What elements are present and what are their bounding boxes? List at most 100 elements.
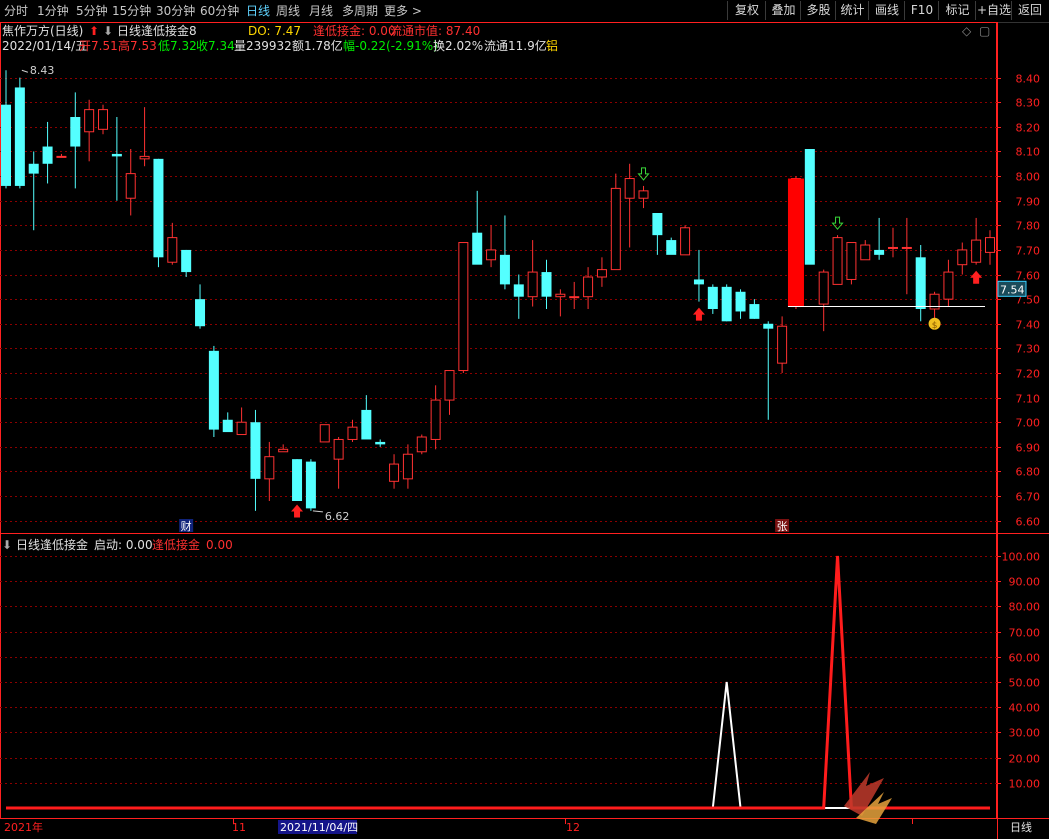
price-tick-label: 6.60: [1016, 516, 1041, 529]
do-value: DO: 7.47: [248, 24, 302, 38]
sub-indicator-dropdown-icon[interactable]: ⬇: [2, 538, 12, 552]
market-cap: 流通市值: 87.40: [390, 24, 481, 38]
chart-close-icon[interactable]: ▢: [979, 24, 990, 38]
candle-body: [513, 284, 524, 297]
price-tick-label: 8.10: [1016, 146, 1041, 159]
price-tick-label: 7.10: [1016, 393, 1041, 406]
limit-up-candle-body: [787, 178, 804, 307]
quote-volume: 量239932: [234, 39, 292, 53]
candle-body: [125, 173, 136, 199]
candle-body: [777, 325, 788, 364]
candle-body: [666, 240, 677, 255]
price-tick-label: 6.90: [1016, 442, 1041, 455]
candle-body: [680, 227, 691, 256]
price-tick-label: 6.80: [1016, 466, 1041, 479]
candle-body: [486, 249, 497, 261]
candle-body: [499, 254, 510, 285]
indicator-dropdown-icon[interactable]: ⬇: [103, 24, 113, 38]
candle-body: [292, 459, 303, 501]
candle-body: [541, 272, 552, 297]
buy-arrow-icon: [291, 504, 304, 518]
sub-indicator-name[interactable]: 日线逢低接金: [16, 538, 88, 552]
sub-tick-label: 70.00: [1009, 627, 1041, 640]
signal-value: 逢低接金: 0.00: [313, 24, 396, 38]
candle-body: [319, 424, 330, 443]
candle-body: [264, 456, 275, 480]
candle-body: [472, 232, 483, 265]
candle-body: [652, 213, 663, 236]
candle-body: [985, 237, 995, 253]
candle-body: [721, 286, 732, 322]
sub-tick-label: 80.00: [1009, 601, 1041, 614]
quote-close: 收7.34: [196, 39, 235, 53]
candle-body: [361, 409, 372, 440]
price-tick-label: 8.00: [1016, 171, 1041, 184]
quote-high: 高7.53: [118, 39, 157, 53]
chart-frame: [0, 22, 997, 819]
candle-body: [624, 178, 635, 199]
price-tick-label: 7.00: [1016, 417, 1041, 430]
price-tick-label: 6.70: [1016, 491, 1041, 504]
quote-low: 低7.32: [158, 39, 197, 53]
candle-body: [42, 146, 53, 164]
candle-body: [596, 269, 607, 278]
candle-body: [236, 421, 247, 436]
sub-start-value: 启动: 0.00: [94, 538, 153, 552]
sub-tick-label: 30.00: [1009, 727, 1041, 740]
candle-body: [305, 461, 316, 509]
candle-body: [1, 104, 11, 186]
chart-settings-icon[interactable]: ◇: [962, 24, 971, 38]
buy-arrow-icon: [692, 307, 705, 321]
candle-body: [389, 463, 400, 482]
time-label-dec: 12: [566, 821, 580, 834]
price-tick-label: 7.30: [1016, 343, 1041, 356]
candle-body: [28, 163, 39, 174]
stock-title: 焦作万方(日线): [2, 24, 84, 38]
candle-body: [707, 286, 718, 309]
kline-chart: 8.408.308.208.108.007.907.807.707.607.50…: [0, 22, 1049, 839]
candle-body: [98, 109, 109, 130]
candle-body: [430, 399, 441, 440]
price-tick-label: 8.20: [1016, 122, 1041, 135]
candle-body: [167, 237, 178, 263]
candle-body: [638, 190, 649, 199]
candle-body: [56, 155, 67, 158]
time-cursor-label: 2021/11/04/四: [280, 821, 358, 834]
indicator-up-arrow-icon: ⬆: [89, 24, 100, 38]
quote-float: 流通11.9亿: [484, 39, 547, 53]
sub-tick-label: 100.00: [1002, 551, 1041, 564]
price-tick-label: 7.80: [1016, 220, 1041, 233]
sub-tick-label: 90.00: [1009, 576, 1041, 589]
low-pointer: [312, 510, 323, 513]
indicator-name[interactable]: 日线逢低接金8: [117, 24, 197, 38]
candle-body: [139, 155, 150, 160]
candle-body: [208, 350, 219, 430]
low-annotation: 6.62: [325, 510, 350, 523]
price-tick-label: 8.40: [1016, 73, 1041, 86]
sub-signal-label: 逢低接金: [152, 538, 201, 552]
candle-body: [195, 299, 206, 327]
candle-body: [555, 293, 566, 298]
price-tick-label: 7.20: [1016, 368, 1041, 381]
sub-tick-label: 50.00: [1009, 677, 1041, 690]
candle-body: [111, 153, 122, 157]
quote-sector: 铝: [546, 39, 559, 53]
candle-body: [70, 117, 81, 147]
candle-body: [874, 249, 885, 255]
candle-body: [583, 276, 594, 298]
candle-body: [832, 237, 843, 285]
candle-body: [153, 158, 164, 258]
sub-tick-label: 40.00: [1009, 702, 1041, 715]
time-label-nov: 11: [232, 821, 246, 834]
candle-body: [943, 271, 954, 300]
quote-open: 开7.51: [79, 39, 118, 53]
candle-body: [693, 279, 704, 285]
cai-badge-label: 财: [181, 519, 192, 533]
sell-arrow-icon: [637, 167, 650, 181]
price-tick-label: 7.60: [1016, 270, 1041, 283]
candle-body: [818, 271, 829, 305]
quote-date: 2022/01/14/五: [2, 39, 88, 53]
sell-arrow-icon: [831, 216, 844, 230]
candle-body: [901, 246, 912, 249]
quote-amount: 额1.78亿: [292, 39, 343, 53]
